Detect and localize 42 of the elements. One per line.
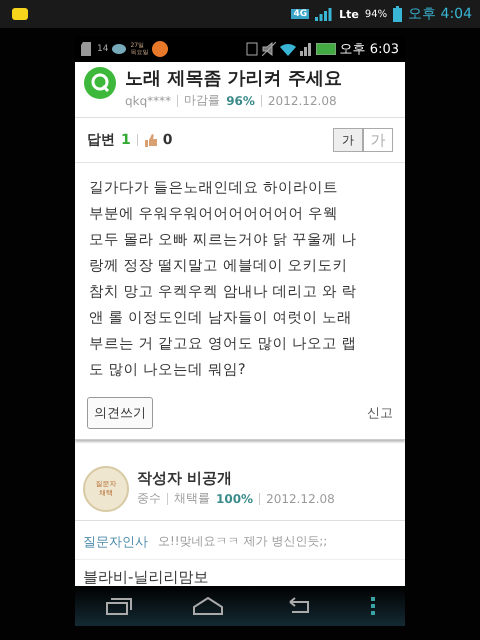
answer-text: 블라비-닐리리맘보	[82, 567, 210, 586]
font-size-button[interactable]: 가	[333, 128, 363, 152]
author-name: 작성자 비공개	[137, 469, 234, 488]
wifi-icon	[280, 42, 296, 56]
likes-count: 0	[162, 132, 172, 148]
notification-count: 14	[97, 44, 108, 54]
home-icon[interactable]	[192, 597, 224, 615]
answers-count: 1	[121, 132, 131, 148]
rate-value: 100%	[216, 492, 254, 506]
battery-icon	[393, 6, 402, 22]
recent-apps-icon[interactable]	[104, 597, 133, 615]
question-title: 노래 제목좀 가리켜 주세요	[125, 67, 342, 90]
report-link[interactable]: 신고	[367, 404, 393, 422]
battery-icon	[316, 43, 336, 55]
thanks-label: 질문자인사	[83, 534, 148, 551]
thumbs-up-icon	[144, 134, 157, 146]
app-icon	[152, 41, 168, 57]
rate-label: 마감률	[184, 92, 220, 109]
author-level: 중수	[137, 490, 161, 507]
signal-icon	[300, 42, 312, 56]
rate-label: 채택률	[174, 490, 210, 507]
battery-percent: 94%	[364, 8, 388, 20]
q-logo-icon	[83, 66, 117, 100]
chat-icon	[12, 8, 28, 20]
network-label: 4G	[291, 9, 310, 19]
mute-icon	[262, 42, 276, 56]
signal-icon	[315, 7, 334, 21]
clock: 오후 6:03	[340, 41, 399, 58]
carrier-label: Lte	[339, 8, 359, 20]
user-name: qkq****	[125, 94, 172, 108]
rate-value: 96%	[226, 94, 255, 108]
answers-label: 답변	[87, 131, 115, 149]
clock: 오후 4:04	[408, 5, 472, 23]
sd-card-icon	[81, 42, 93, 56]
date: 2012.12.08	[266, 492, 335, 506]
phone-icon	[246, 42, 258, 56]
elephant-icon	[112, 44, 126, 54]
question-body: 길가다가 들은노래인데요 하이라이트 부분에 우워우워어어어어어어어 우웩 모두 몰라 오빠 찌르는거야 닭 꾸울께 나 랑께 정장 떨지말고 에블데이 오키도키 참치 망고 우켁우켁 암내나 데리고 와 락 앤 롤 이정도인데 남자들이 여럿이 노래 부르는 거 같고요 영어도 많이 나오고 랩 도 많이 나오는데 뭐임?	[88, 179, 358, 380]
comment-button[interactable]: 의견쓰기	[87, 397, 153, 429]
menu-icon[interactable]	[371, 597, 376, 615]
date: 2012.12.08	[268, 94, 337, 108]
thanks-message: 오!!맞네요ㅋㅋ 제가 병신인듯;;	[158, 533, 328, 550]
